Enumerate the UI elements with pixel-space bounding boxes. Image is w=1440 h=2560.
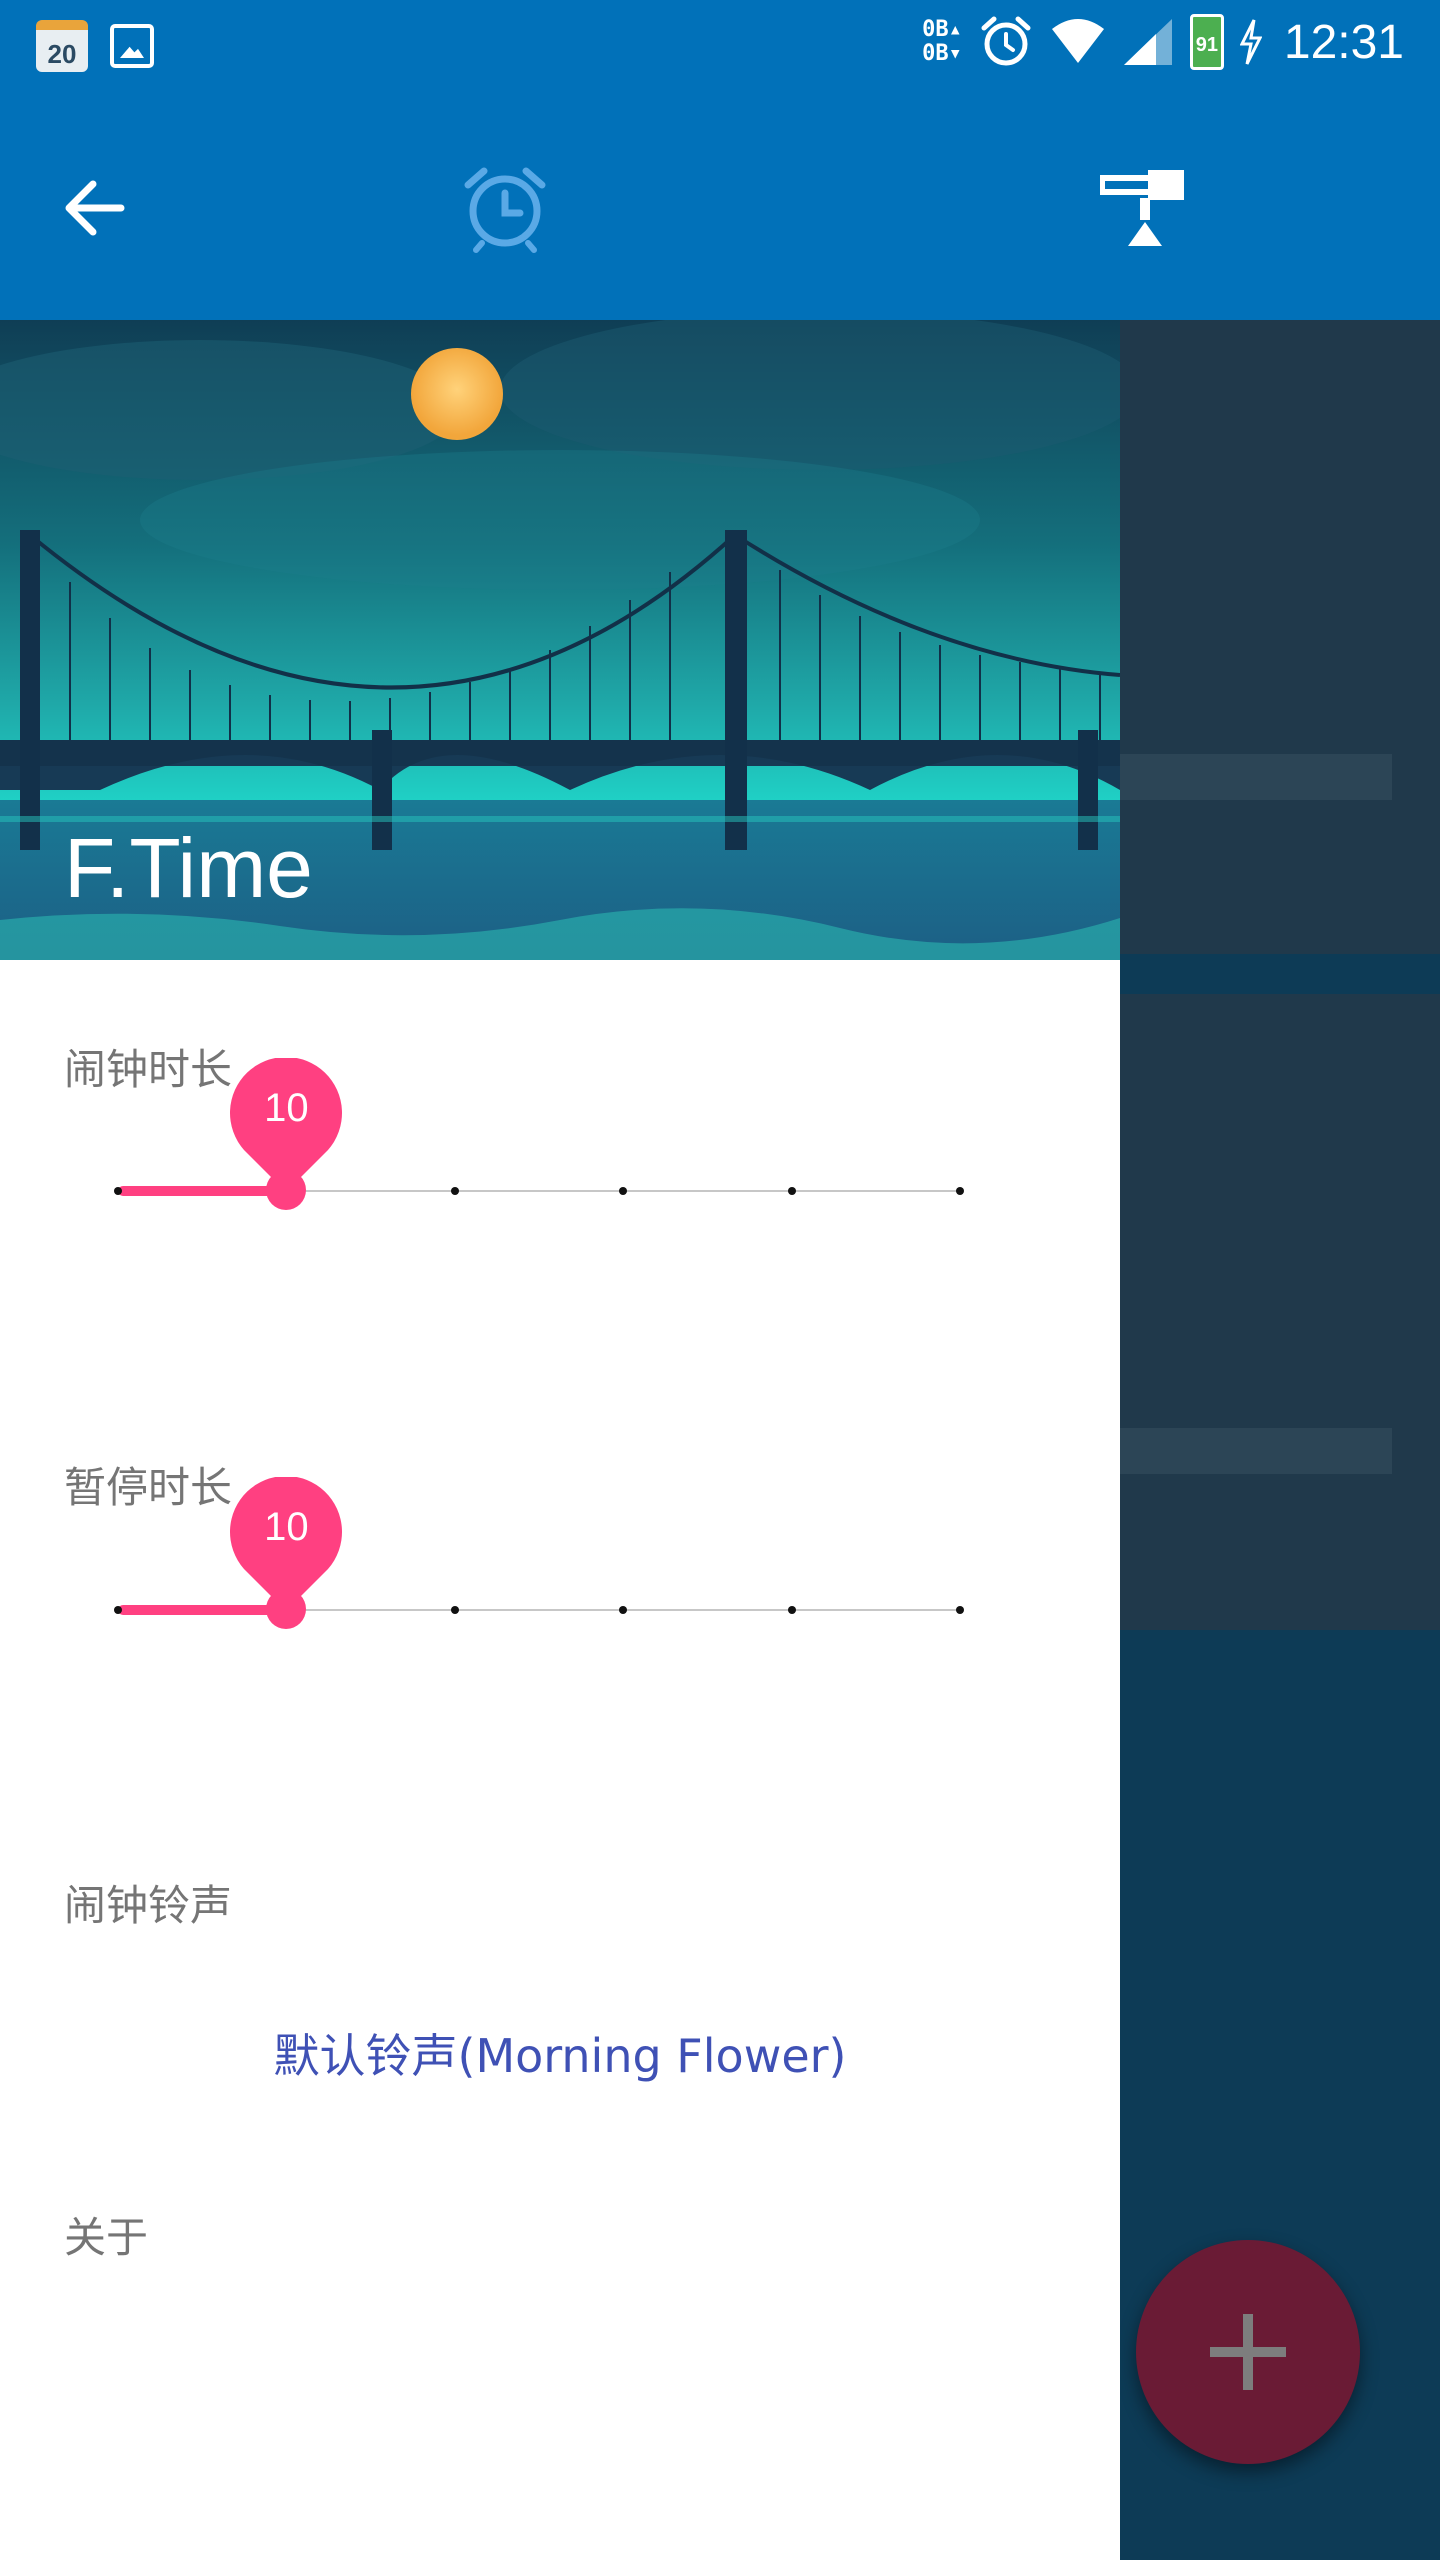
slider-tick xyxy=(114,1187,122,1195)
back-arrow-icon xyxy=(65,180,125,236)
battery-level: 91 xyxy=(1195,34,1218,56)
status-left-icons: 20 xyxy=(36,20,154,72)
alarm-clock-button[interactable] xyxy=(440,96,570,320)
settings-icon xyxy=(1100,170,1184,246)
background-card-bottom-line xyxy=(1120,1428,1392,1474)
slider-tick xyxy=(956,1606,964,1614)
background-card-top xyxy=(1120,320,1440,954)
snooze-duration-slider[interactable]: 10 xyxy=(114,1475,964,1645)
wifi-icon xyxy=(1051,19,1104,63)
status-time: 12:31 xyxy=(1283,15,1404,69)
navigation-drawer: F.Time 闹钟时长 10 暂停时长 10 闹钟铃声 默认铃声(Morning… xyxy=(0,320,1120,2560)
calendar-icon: 20 xyxy=(36,20,88,72)
gallery-icon xyxy=(110,24,154,68)
about-item[interactable]: 关于 xyxy=(64,2204,148,2265)
battery-charging-icon: 91 xyxy=(1189,14,1224,70)
signal-icon xyxy=(1123,19,1172,65)
slider-value: 10 xyxy=(264,1505,309,1549)
slider-value-bubble: 10 xyxy=(230,1056,343,1194)
slider-tick xyxy=(787,1606,796,1614)
alarm-ringtone-label: 闹钟铃声 xyxy=(64,1881,233,1930)
drawer-header-image: F.Time xyxy=(0,320,1120,960)
charging-bolt-icon xyxy=(1239,19,1262,65)
data-transfer-icon: 0B▴ 0B▾ xyxy=(922,17,962,66)
alarm-clock-icon xyxy=(464,167,546,253)
data-up-value: 0B xyxy=(922,17,949,42)
status-right-icons: 0B▴ 0B▾ 91 12:31 xyxy=(922,14,1404,70)
slider-tick xyxy=(450,1187,459,1195)
slider-tick xyxy=(619,1606,628,1614)
alarm-duration-slider[interactable]: 10 xyxy=(114,1056,964,1226)
slider-tick xyxy=(956,1187,964,1195)
data-down-value: 0B xyxy=(922,41,949,66)
back-button[interactable] xyxy=(30,96,160,320)
background-card-top-line xyxy=(1120,754,1392,800)
slider-tick xyxy=(787,1187,796,1195)
alarm-icon xyxy=(981,16,1031,66)
ringtone-selector[interactable]: 默认铃声(Morning Flower) xyxy=(0,2020,1120,2086)
plus-icon xyxy=(1210,2314,1286,2390)
slider-tick xyxy=(450,1606,459,1614)
app-title: F.Time xyxy=(64,821,313,915)
status-bar: 20 0B▴ 0B▾ 91 12:31 xyxy=(0,0,1440,96)
settings-button[interactable] xyxy=(1080,96,1210,320)
slider-tick xyxy=(619,1187,628,1195)
app-bar xyxy=(0,96,1440,320)
slider-value-bubble: 10 xyxy=(230,1475,343,1613)
add-alarm-button[interactable] xyxy=(1136,2240,1360,2464)
calendar-day: 20 xyxy=(47,39,77,69)
slider-tick xyxy=(114,1606,122,1614)
slider-value: 10 xyxy=(264,1086,309,1130)
background-card-bottom xyxy=(1120,994,1440,1630)
